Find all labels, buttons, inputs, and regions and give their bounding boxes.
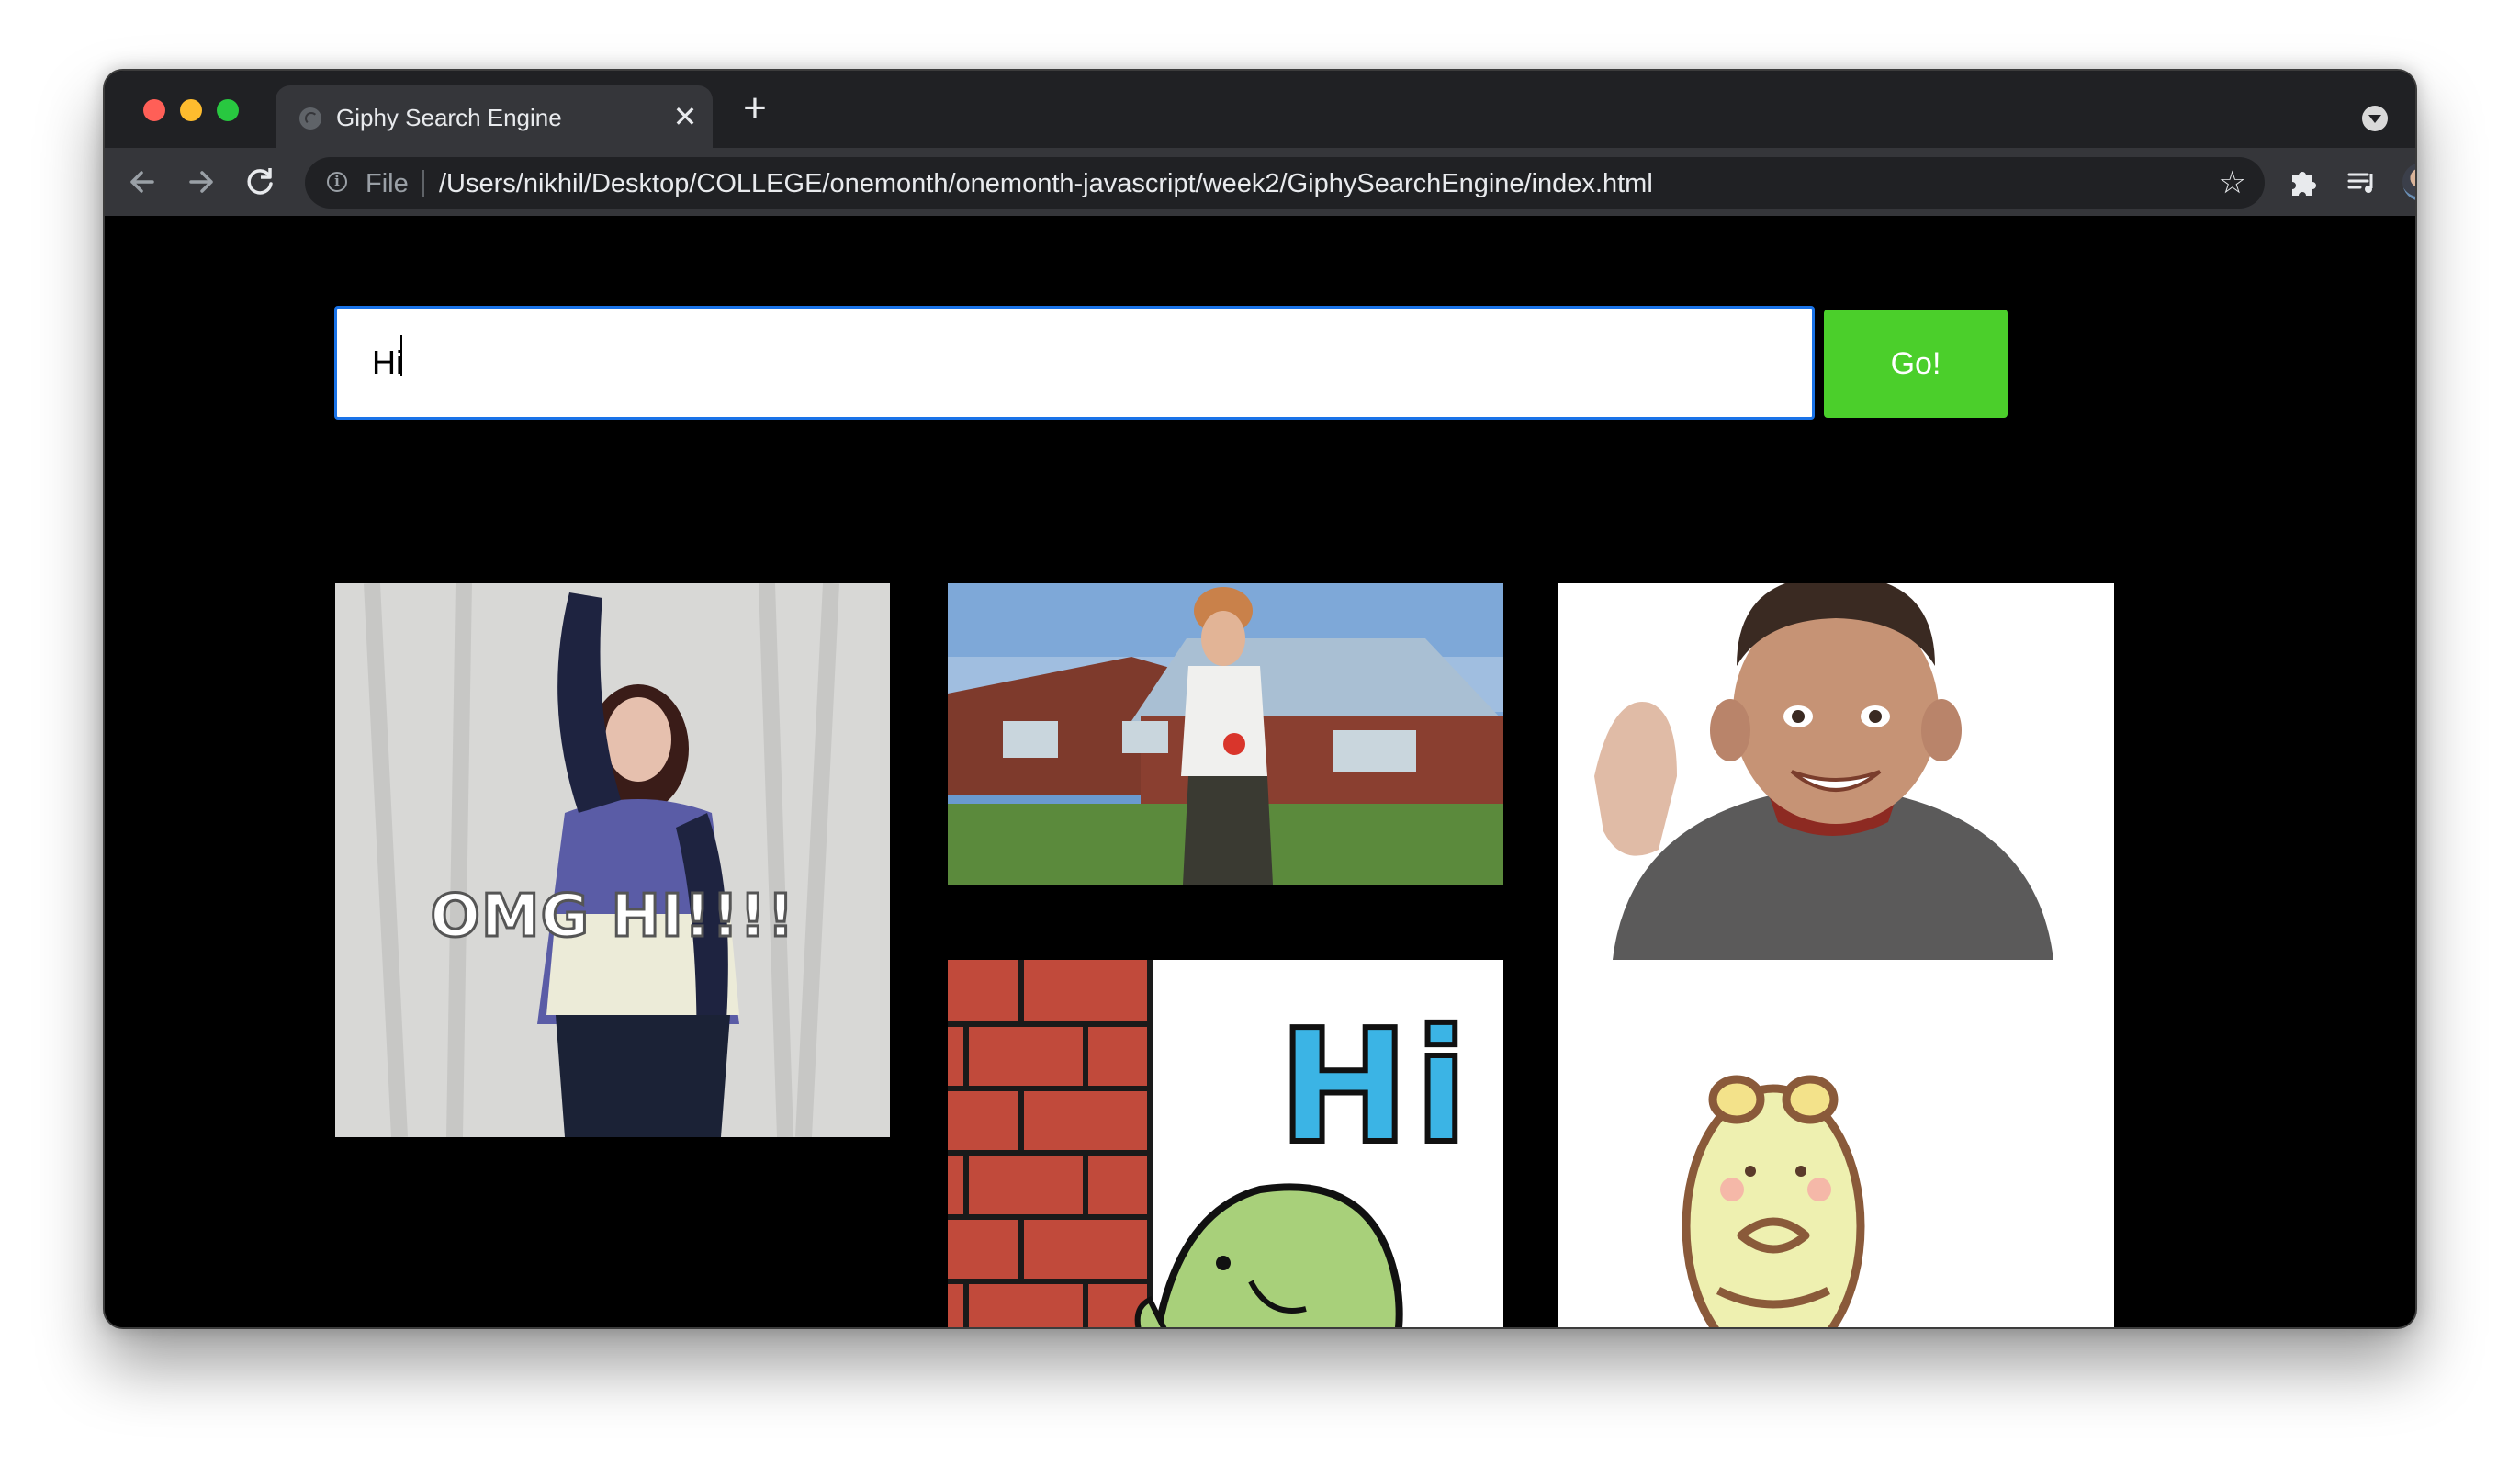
media-queue-icon[interactable] (2338, 159, 2384, 205)
close-window-button[interactable] (143, 99, 165, 121)
file-scheme-label: File (366, 169, 409, 198)
close-tab-icon[interactable]: ✕ (669, 100, 702, 133)
gif-result[interactable]: Hi (948, 960, 1503, 1327)
url-text[interactable]: /Users/nikhil/Desktop/COLLEGE/onemonth/o… (439, 168, 1653, 199)
divider (422, 170, 424, 197)
gif-result[interactable] (948, 583, 1503, 885)
new-tab-button[interactable]: + (733, 87, 777, 131)
gif-result[interactable] (1558, 583, 2114, 960)
star-icon[interactable]: ☆ (2219, 164, 2246, 201)
text-caret (400, 335, 402, 376)
tab-strip: Giphy Search Engine ✕ + (105, 71, 2415, 148)
globe-icon (299, 107, 321, 130)
page-viewport: Go! OMG HI!!!! (105, 216, 2415, 1327)
arrow-left-icon[interactable] (119, 159, 165, 205)
gif-result[interactable] (1558, 960, 2114, 1327)
puzzle-icon[interactable] (2279, 159, 2325, 205)
address-bar[interactable]: i File /Users/nikhil/Desktop/COLLEGE/one… (305, 157, 2265, 209)
arrow-right-icon[interactable] (178, 159, 224, 205)
tab-title: Giphy Search Engine (336, 104, 562, 131)
gif-result[interactable]: OMG HI!!!! (335, 583, 890, 1137)
chevron-down-icon[interactable] (2362, 106, 2388, 131)
gif-caption: Hi (1276, 994, 1474, 1181)
tab-giphy-search-engine[interactable]: Giphy Search Engine ✕ (276, 85, 713, 148)
go-button[interactable]: Go! (1824, 310, 2008, 418)
info-icon[interactable]: i (327, 172, 347, 192)
browser-window: Giphy Search Engine ✕ + i File /Users/ni… (103, 69, 2417, 1329)
search-input[interactable] (334, 306, 1815, 420)
gif-caption: OMG HI!!!! (429, 882, 795, 953)
avatar[interactable] (2402, 163, 2415, 201)
maximize-window-button[interactable] (217, 99, 239, 121)
browser-toolbar: i File /Users/nikhil/Desktop/COLLEGE/one… (105, 148, 2415, 216)
minimize-window-button[interactable] (180, 99, 202, 121)
reload-icon[interactable] (237, 159, 283, 205)
